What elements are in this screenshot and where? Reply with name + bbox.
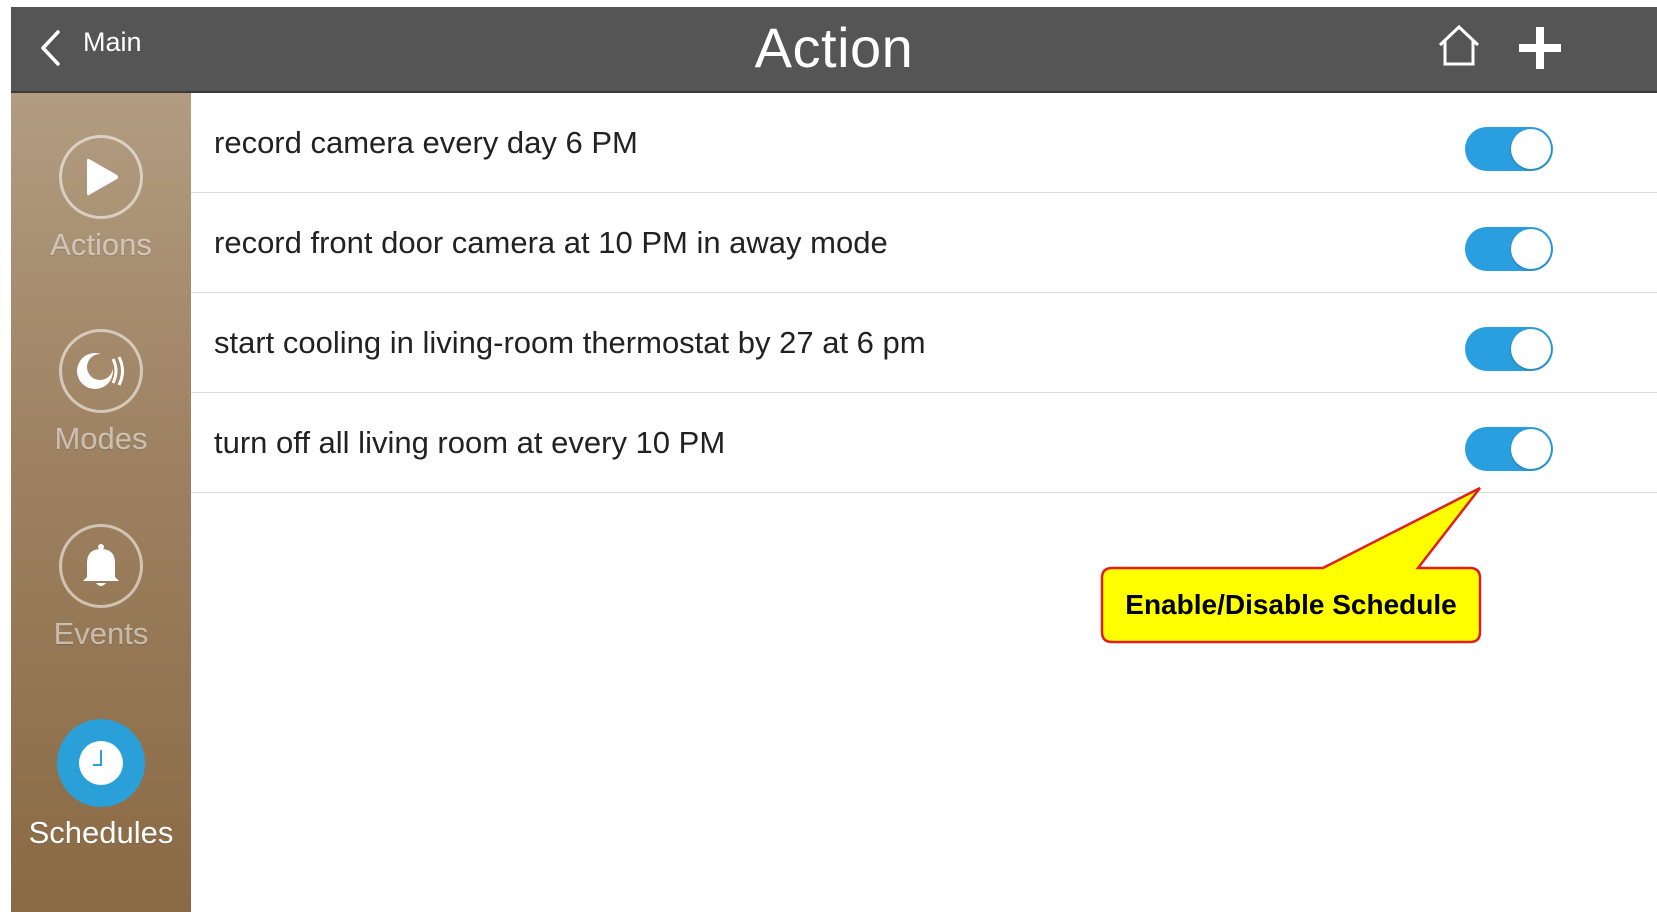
bell-icon xyxy=(59,524,143,608)
sidebar-item-label: Events xyxy=(53,616,149,651)
modes-icon xyxy=(59,329,143,413)
toggle-knob xyxy=(1511,329,1551,369)
schedule-row[interactable]: record camera every day 6 PM xyxy=(191,93,1657,193)
sidebar-item-actions[interactable]: Actions xyxy=(11,135,191,263)
plus-icon xyxy=(1519,27,1561,69)
clock-icon xyxy=(57,719,145,807)
schedule-row[interactable]: turn off all living room at every 10 PM xyxy=(191,393,1657,493)
sidebar-item-modes[interactable]: Modes xyxy=(11,329,191,457)
toggle-knob xyxy=(1511,129,1551,169)
schedule-list: record camera every day 6 PM record fron… xyxy=(191,93,1657,493)
home-icon xyxy=(1438,24,1480,66)
play-icon xyxy=(59,135,143,219)
schedule-text: record camera every day 6 PM xyxy=(214,125,638,160)
schedule-text: record front door camera at 10 PM in awa… xyxy=(214,225,888,260)
schedule-row[interactable]: record front door camera at 10 PM in awa… xyxy=(191,193,1657,293)
schedule-text: turn off all living room at every 10 PM xyxy=(214,425,726,460)
schedule-toggle[interactable] xyxy=(1465,427,1553,471)
sidebar: Actions Modes Events Schedules xyxy=(11,93,191,912)
schedule-text: start cooling in living-room thermostat … xyxy=(214,325,926,360)
sidebar-item-label: Modes xyxy=(54,421,148,456)
schedule-toggle[interactable] xyxy=(1465,227,1553,271)
toggle-knob xyxy=(1511,229,1551,269)
sidebar-item-schedules[interactable]: Schedules xyxy=(11,719,191,851)
top-bar: Main Action xyxy=(11,7,1657,93)
add-button[interactable] xyxy=(1519,27,1561,74)
home-button[interactable] xyxy=(1436,23,1482,72)
app-window: Main Action Actions Modes Events Schedul… xyxy=(11,7,1657,912)
annotation-text: Enable/Disable Schedule xyxy=(1125,589,1457,620)
page-title: Action xyxy=(754,16,914,79)
toggle-knob xyxy=(1511,429,1551,469)
schedule-toggle[interactable] xyxy=(1465,327,1553,371)
sidebar-item-label: Schedules xyxy=(28,815,174,850)
sidebar-item-events[interactable]: Events xyxy=(11,524,191,652)
schedule-toggle[interactable] xyxy=(1465,127,1553,171)
schedule-row[interactable]: start cooling in living-room thermostat … xyxy=(191,293,1657,393)
sidebar-item-label: Actions xyxy=(50,227,152,262)
